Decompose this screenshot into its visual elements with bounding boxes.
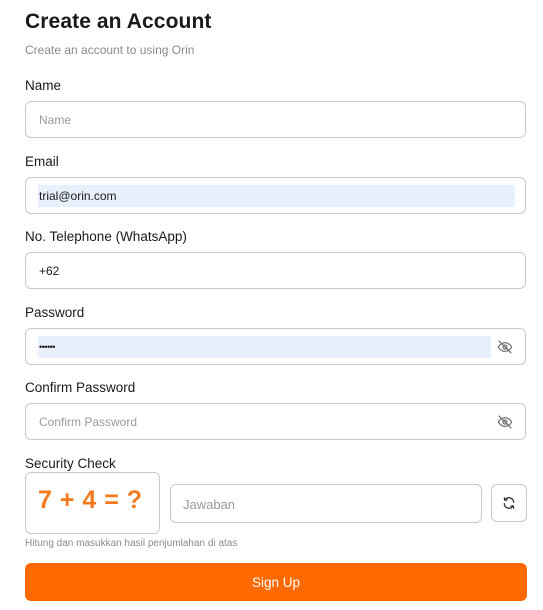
captcha-box: 7 + 4 = ?	[25, 472, 160, 534]
page-title: Create an Account	[25, 10, 212, 33]
email-input[interactable]	[38, 185, 515, 207]
captcha-answer-field[interactable]	[170, 484, 482, 523]
security-check-label: Security Check	[25, 456, 116, 471]
confirm-password-input[interactable]	[38, 411, 478, 433]
captcha-answer-input[interactable]	[183, 493, 463, 515]
refresh-captcha-button[interactable]	[491, 484, 527, 522]
email-field[interactable]	[25, 177, 526, 214]
eye-off-icon[interactable]	[497, 414, 513, 430]
password-field[interactable]	[25, 328, 526, 365]
refresh-icon	[503, 497, 515, 509]
page-subtitle: Create an account to using Orin	[25, 43, 195, 57]
phone-field[interactable]	[25, 252, 526, 289]
phone-label: No. Telephone (WhatsApp)	[25, 229, 187, 244]
phone-input[interactable]	[38, 260, 508, 282]
name-input[interactable]	[38, 109, 508, 131]
name-label: Name	[25, 78, 62, 93]
name-field[interactable]	[25, 101, 526, 138]
eye-off-icon[interactable]	[497, 339, 513, 355]
email-label: Email	[25, 154, 59, 169]
confirm-password-label: Confirm Password	[25, 380, 136, 395]
captcha-question: 7 + 4 = ?	[38, 486, 143, 514]
password-input[interactable]	[38, 336, 491, 358]
password-label: Password	[25, 305, 85, 320]
captcha-hint: Hitung dan masukkan hasil penjumlahan di…	[25, 538, 238, 549]
confirm-password-field[interactable]	[25, 403, 526, 440]
sign-up-button[interactable]: Sign Up	[25, 563, 527, 601]
